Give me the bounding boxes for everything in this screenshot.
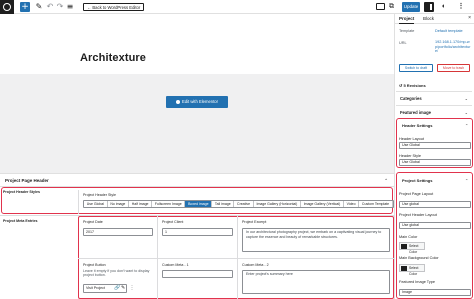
header-style-option[interactable]: Creative <box>234 201 254 207</box>
header-style-option[interactable]: Image Gallery (Vertical) <box>301 201 344 207</box>
custom-meta-1-label: Custom Meta - 1 <box>162 263 189 267</box>
switch-to-draft-button[interactable]: Switch to draft <box>399 64 433 72</box>
project-client-input[interactable]: 1 <box>162 228 233 236</box>
undo-icon[interactable]: ↶ <box>45 2 55 12</box>
project-header-layout-label: Project Header Layout <box>399 213 437 217</box>
project-page-header-panel[interactable]: Project Page Header ⌃ <box>0 174 394 187</box>
featured-image-panel[interactable]: Featured image ⌄ <box>396 105 472 119</box>
project-meta-entries-label: Project Meta Entries <box>3 219 38 223</box>
header-layout-select[interactable]: Use Global <box>399 142 471 149</box>
header-settings-title[interactable]: Header Settings <box>402 123 432 128</box>
main-background-color-picker[interactable]: Select Color <box>399 264 425 276</box>
wordpress-logo-icon[interactable] <box>0 0 14 14</box>
revisions-link[interactable]: ↺ 5 Revisions <box>399 83 426 88</box>
elementor-button-label: Edit with Elementor <box>181 99 219 104</box>
header-style-option[interactable]: Image Gallery (Horizontal) <box>253 201 302 207</box>
project-header-style-label: Project Header Style <box>83 193 116 197</box>
sidebar-tabs: Project Block × <box>395 14 474 24</box>
revisions-label: 5 Revisions <box>403 83 426 88</box>
template-label: Template <box>399 29 415 33</box>
move-to-trash-button[interactable]: Move to trash <box>437 64 470 72</box>
options-icon[interactable]: ⋮ <box>128 285 136 292</box>
tab-project[interactable]: Project <box>399 15 415 24</box>
chevron-up-icon[interactable]: ⌃ <box>384 174 388 187</box>
project-client-label: Project Client <box>162 220 184 224</box>
page-title[interactable]: Architexture <box>80 52 146 64</box>
project-excerpt-textarea[interactable]: In our architectural photography project… <box>242 228 390 252</box>
project-settings-title[interactable]: Project Settings <box>402 178 432 183</box>
custom-meta-2-label: Custom Meta - 2 <box>242 263 269 267</box>
header-style-option[interactable]: Use Global <box>84 201 108 207</box>
project-button-help: Leave it empty if you don't want to disp… <box>83 269 150 278</box>
header-style-option[interactable]: Tall image <box>212 201 235 207</box>
header-layout-label: Header Layout <box>399 137 424 141</box>
header-style-option[interactable]: Boxed image <box>185 201 213 207</box>
project-header-styles-label: Project Header Styles <box>3 190 40 194</box>
options-menu-icon[interactable]: ⋮ <box>456 2 466 12</box>
chevron-down-icon: ⌄ <box>464 96 468 101</box>
main-color-picker[interactable]: Select Color <box>399 242 425 254</box>
editor-canvas: Architexture <box>0 14 394 174</box>
url-link[interactable]: 192.168.1.170/mp-wp/portfolio/architextu… <box>435 40 471 54</box>
document-overview-icon[interactable]: ≡ <box>65 2 75 12</box>
header-style-select[interactable]: Use Global <box>399 159 471 166</box>
link-icon[interactable]: 🔗 <box>114 286 120 291</box>
color-swatch <box>401 244 407 249</box>
tab-block[interactable]: Block <box>423 15 434 23</box>
header-style-option[interactable]: No image <box>107 201 130 207</box>
preview-device-icon[interactable] <box>376 3 385 10</box>
back-to-editor-button[interactable]: ← Back to WordPress Editor <box>83 3 145 11</box>
elementor-icon <box>175 99 180 104</box>
editor-toolbar: + ✎ ↶ ↷ ≡ ← Back to WordPress Editor ⧉ U… <box>0 0 474 14</box>
edit-icon[interactable]: ✎ <box>121 286 125 291</box>
edit-tool-icon[interactable]: ✎ <box>34 2 44 12</box>
custom-meta-2-textarea[interactable]: Enter project's summary here <box>242 270 390 294</box>
project-page-layout-label: Project Page Layout <box>399 192 434 196</box>
categories-title: Categories <box>400 96 422 101</box>
featured-image-type-label: Featured Image Type <box>399 280 436 284</box>
divider <box>78 258 394 259</box>
chevron-up-icon[interactable]: ⌃ <box>465 178 468 183</box>
featured-image-type-select[interactable]: Image <box>399 289 471 296</box>
main-color-label: Main Color <box>399 235 418 239</box>
header-style-option[interactable]: Video <box>343 201 360 207</box>
header-style-option[interactable]: Custom Template <box>359 201 393 207</box>
select-color-label: Select Color <box>409 244 419 254</box>
add-block-button[interactable]: + <box>20 2 30 12</box>
project-date-input[interactable]: 2017 <box>83 228 153 236</box>
header-style-option[interactable]: Fullscreen Image <box>152 201 186 207</box>
featured-image-title: Featured image <box>400 110 431 115</box>
chevron-up-icon[interactable]: ⌃ <box>465 123 468 128</box>
categories-panel[interactable]: Categories ⌄ <box>396 91 472 105</box>
header-style-button-group: Use Global No image Half image Fullscreen I… <box>83 200 394 208</box>
settings-panel-icon[interactable] <box>424 2 434 12</box>
main-background-color-label: Main Background Color <box>399 256 439 260</box>
url-label: URL <box>399 41 407 45</box>
header-style-label: Header Style <box>399 154 421 158</box>
color-swatch <box>401 266 407 271</box>
project-page-layout-select[interactable]: Use global <box>399 201 471 208</box>
header-style-option[interactable]: Half image <box>129 201 153 207</box>
project-header-layout-select[interactable]: Use global <box>399 222 471 229</box>
close-icon[interactable]: × <box>468 15 471 21</box>
redo-icon[interactable]: ↷ <box>55 2 65 12</box>
project-page-header-title: Project Page Header <box>5 178 49 183</box>
view-post-icon[interactable]: ⧉ <box>389 3 397 11</box>
update-button[interactable]: Update <box>402 2 420 12</box>
plugin-icon[interactable]: ◐ <box>440 3 448 11</box>
elementor-placeholder <box>0 74 394 174</box>
project-excerpt-label: Project Excerpt <box>242 220 267 224</box>
select-color-label: Select Color <box>409 266 419 276</box>
custom-meta-1-input[interactable] <box>162 270 233 278</box>
project-date-label: Project Date <box>83 220 103 224</box>
project-button-label: Project Button <box>83 263 106 267</box>
edit-with-elementor-button[interactable]: Edit with Elementor <box>166 96 228 108</box>
template-link[interactable]: Default template <box>435 29 463 33</box>
